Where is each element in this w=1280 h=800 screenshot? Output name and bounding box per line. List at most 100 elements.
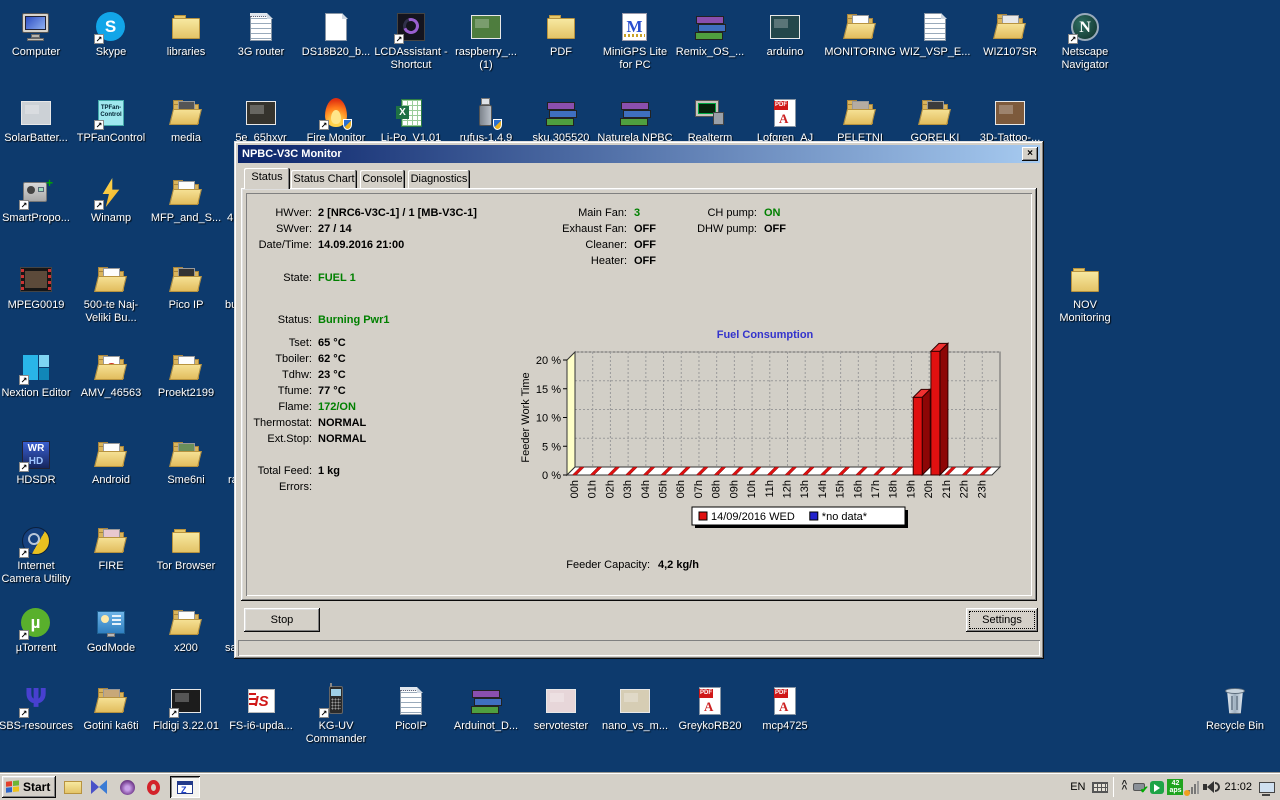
desktop-icon-smartpropo[interactable]: +↗SmartPropo... bbox=[0, 176, 74, 225]
tab-console[interactable]: Console bbox=[360, 170, 405, 188]
close-icon[interactable]: × bbox=[1022, 147, 1038, 161]
desktop-icon-media[interactable]: media bbox=[148, 96, 224, 145]
signal-strength-icon[interactable] bbox=[1184, 778, 1202, 796]
recycle-bin-icon bbox=[1218, 684, 1252, 718]
window-titlebar[interactable]: NPBC-V3C Monitor bbox=[238, 145, 1040, 163]
proekt2199-icon bbox=[169, 351, 203, 385]
desktop-icon-libraries[interactable]: libraries bbox=[148, 10, 224, 59]
tab-status[interactable]: Status bbox=[244, 168, 290, 189]
desktop-icon-3g-router[interactable]: 3G router bbox=[223, 10, 299, 59]
internet-camera-utility-icon: ↗ bbox=[19, 524, 53, 558]
desktop-icon-nano-vs-m[interactable]: nano_vs_m... bbox=[597, 684, 673, 733]
desktop-icon-recycle-bin[interactable]: Recycle Bin bbox=[1197, 684, 1273, 733]
desktop-icon-netscape-navigator[interactable]: N↗Netscape Navigator bbox=[1047, 10, 1123, 72]
desktop-icon-fire[interactable]: FIRE bbox=[73, 524, 149, 573]
desktop-icon-wiz107sr[interactable]: WIZ107SR bbox=[972, 10, 1048, 59]
svg-text:13h: 13h bbox=[799, 480, 811, 498]
desktop-icon-x200[interactable]: x200 bbox=[148, 606, 224, 655]
desktop-icon-nov-monitoring[interactable]: NOV Monitoring bbox=[1047, 263, 1123, 325]
desktop-icon-arduinot-d[interactable]: Arduinot_D... bbox=[448, 684, 524, 733]
desktop-icon-peletni[interactable]: PELETNI bbox=[822, 96, 898, 145]
desktop-icon-winamp[interactable]: ↗Winamp bbox=[73, 176, 149, 225]
tab-diagnostics[interactable]: Diagnostics bbox=[408, 170, 470, 188]
tray-divider bbox=[1113, 777, 1114, 797]
desktop-icon-mpeg0019[interactable]: MPEG0019 bbox=[0, 263, 74, 312]
desktop-icon-mcp4725[interactable]: PDFAmcp4725 bbox=[747, 684, 823, 733]
desktop-icon-sbs-resources[interactable]: Ψ↗SBS-resources bbox=[0, 684, 74, 733]
desktop-icon-pico-ip[interactable]: Pico IP bbox=[148, 263, 224, 312]
desktop-icon-sme6ni[interactable]: Sme6ni bbox=[148, 438, 224, 487]
desktop-icon-internet-camera-utility[interactable]: ↗Internet Camera Utility bbox=[0, 524, 74, 586]
desktop-icon-tpfancontrol[interactable]: TPFan-Control↗TPFanControl bbox=[73, 96, 149, 145]
stop-button[interactable]: Stop bbox=[244, 608, 320, 632]
desktop-icon-picoip[interactable]: PicoIP bbox=[373, 684, 449, 733]
desktop-icon-android[interactable]: Android bbox=[73, 438, 149, 487]
tab-status-chart[interactable]: Status Chart bbox=[291, 170, 357, 188]
desktop-icon-raspberry-1[interactable]: raspberry_... (1) bbox=[448, 10, 524, 72]
desktop-icon-torrent[interactable]: µ↗µTorrent bbox=[0, 606, 74, 655]
aps-badge-icon[interactable]: 42aps bbox=[1166, 778, 1184, 796]
desktop-icon-label: Internet Camera Utility bbox=[0, 560, 74, 586]
desktop-icon-label: MFP_and_S... bbox=[148, 212, 224, 225]
collapse-chevron-icon[interactable]: ^^ bbox=[1118, 778, 1130, 796]
desktop-icon-mfp-and-s[interactable]: MFP_and_S... bbox=[148, 176, 224, 225]
kg-uv-commander-icon: ↗ bbox=[319, 684, 353, 718]
desktop-icon-hdsdr[interactable]: WRHD↗HDSDR bbox=[0, 438, 74, 487]
usb-device-icon[interactable]: ✔ bbox=[1130, 778, 1148, 796]
desktop-icon-wiz-vsp-e[interactable]: WIZ_VSP_E... bbox=[897, 10, 973, 59]
desktop-icon-minigps-lite-for-pc[interactable]: MMiniGPS Lite for PC bbox=[597, 10, 673, 72]
desktop-icon-realterm[interactable]: Realterm bbox=[672, 96, 748, 145]
desktop-icon-servotester[interactable]: servotester bbox=[523, 684, 599, 733]
media-player-classic-icon[interactable] bbox=[88, 777, 110, 797]
desktop-icon-fire-monitor[interactable]: ↗Fire Monitor bbox=[298, 96, 374, 145]
desktop-icon-proekt2199[interactable]: Proekt2199 bbox=[148, 351, 224, 400]
desktop-icon-skype[interactable]: S↗Skype bbox=[73, 10, 149, 59]
desktop-icon-kg-uv-commander[interactable]: ↗KG-UV Commander bbox=[298, 684, 374, 746]
desktop-icon-computer[interactable]: Computer bbox=[0, 10, 74, 59]
desktop-icon-pdf[interactable]: PDF bbox=[523, 10, 599, 59]
desktop-icon-rufus-1-4-9[interactable]: rufus-1.4.9 bbox=[448, 96, 524, 145]
show-desktop-icon[interactable] bbox=[1258, 778, 1276, 796]
desktop-icon-ds18b20-b[interactable]: DS18B20_b... bbox=[298, 10, 374, 59]
desktop-icon-5e-65hxvr[interactable]: 5e_65hxvr bbox=[223, 96, 299, 145]
explorer-icon[interactable] bbox=[62, 777, 84, 797]
desktop-icon-label: Sme6ni bbox=[148, 474, 224, 487]
desktop-icon-label: Remix_OS_... bbox=[672, 46, 748, 59]
desktop-icon-lcdassistant-shortcut[interactable]: ↗LCDAssistant - Shortcut bbox=[373, 10, 449, 72]
desktop-icon-remix-os[interactable]: Remix_OS_... bbox=[672, 10, 748, 59]
desktop-icon-monitoring[interactable]: MONITORING bbox=[822, 10, 898, 59]
shortcut-arrow-icon: ↗ bbox=[19, 462, 29, 472]
desktop-icon-godmode[interactable]: GodMode bbox=[73, 606, 149, 655]
desktop-icon-sku-305520[interactable]: sku.305520 bbox=[523, 96, 599, 145]
desktop-icon-li-po-v1-01[interactable]: XLi-Po_V1.01 bbox=[373, 96, 449, 145]
desktop-icon-nextion-editor[interactable]: ↗Nextion Editor bbox=[0, 351, 74, 400]
minigps-lite-for-pc-icon: M bbox=[618, 10, 652, 44]
task-npbc-v3c-monitor[interactable]: Z bbox=[170, 776, 200, 798]
desktop-icon-fs-i6-upda[interactable]: ISFS-i6-upda... bbox=[223, 684, 299, 733]
keyboard-icon[interactable] bbox=[1091, 778, 1109, 796]
desktop-icon-greykorb20[interactable]: PDFAGreykoRB20 bbox=[672, 684, 748, 733]
settings-button[interactable]: Settings bbox=[966, 608, 1038, 632]
start-button[interactable]: Start bbox=[2, 776, 56, 798]
desktop-icon-arduino[interactable]: arduino bbox=[747, 10, 823, 59]
desktop-icon-amv-46563[interactable]: OAMV_46563 bbox=[73, 351, 149, 400]
volume-icon[interactable] bbox=[1202, 778, 1220, 796]
desktop-icon-3d-tattoo[interactable]: 3D-Tattoo-... bbox=[972, 96, 1048, 145]
tor-browser-icon[interactable] bbox=[116, 777, 138, 797]
uac-shield-icon bbox=[493, 119, 502, 130]
opera-icon[interactable] bbox=[142, 777, 164, 797]
desktop-icon-tor-browser[interactable]: Tor Browser bbox=[148, 524, 224, 573]
desktop-icon-naturela-npbc[interactable]: Naturela NPBC bbox=[597, 96, 673, 145]
arduino-icon bbox=[768, 10, 802, 44]
field-value-swver: 27 / 14 bbox=[318, 223, 352, 235]
desktop-icon-fldigi-3-22-01[interactable]: ↗Fldigi 3.22.01 bbox=[148, 684, 224, 733]
desktop-icon-label: Netscape Navigator bbox=[1047, 46, 1123, 72]
desktop-icon-gorelki[interactable]: GORELKI bbox=[897, 96, 973, 145]
desktop-icon-500-te-naj-veliki-bu[interactable]: 500-te Naj-Veliki Bu... bbox=[73, 263, 149, 325]
safely-remove-icon[interactable] bbox=[1148, 778, 1166, 796]
language-indicator[interactable]: EN bbox=[1070, 781, 1085, 793]
desktop-icon-solarbatter[interactable]: SolarBatter... bbox=[0, 96, 74, 145]
desktop-icon-lofgren-aj[interactable]: PDFALofgren_AJ bbox=[747, 96, 823, 145]
desktop-icon-gotini-ka6ti[interactable]: Gotini ka6ti bbox=[73, 684, 149, 733]
desktop: ComputerS↗Skypelibraries3G routerDS18B20… bbox=[0, 0, 1280, 800]
